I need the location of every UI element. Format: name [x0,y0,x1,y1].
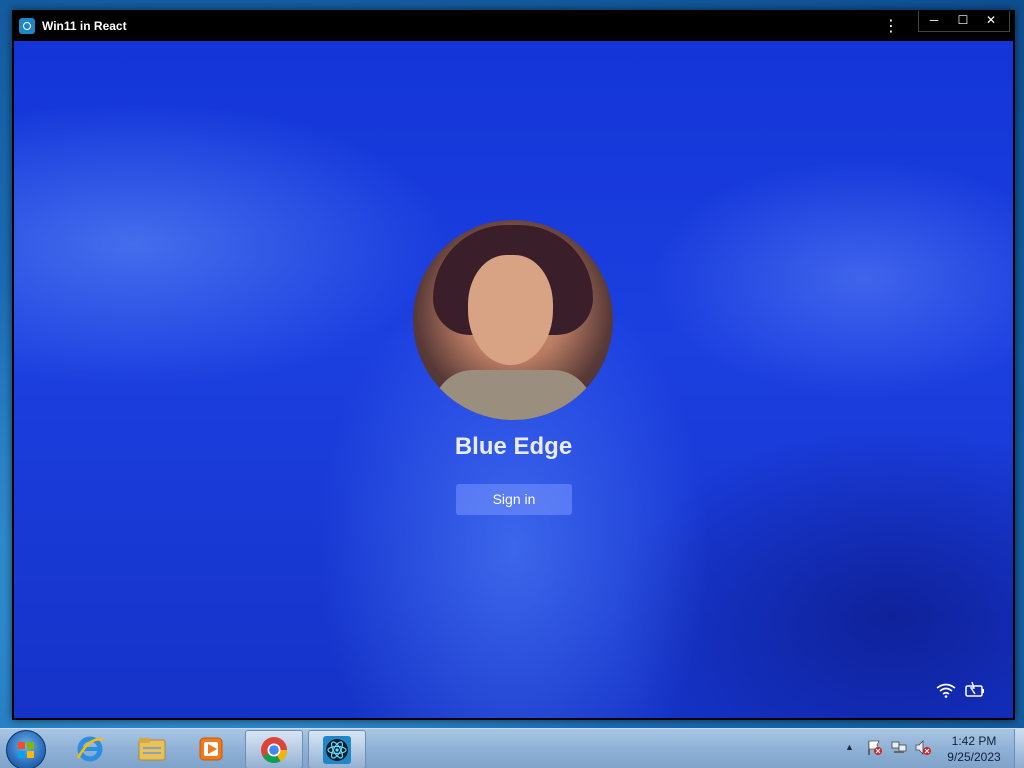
file-explorer-icon[interactable] [124,730,180,767]
app-icon [19,18,35,34]
windows-logo-icon [18,742,34,758]
chrome-logo-icon [261,737,288,764]
chrome-icon[interactable] [245,730,303,768]
kebab-menu-icon[interactable]: ⋮ [883,17,899,37]
close-button[interactable]: ✕ [973,11,1010,32]
wifi-icon[interactable] [936,682,956,698]
volume-muted-icon[interactable] [915,739,932,756]
app-window: Win11 in React ⋮ ─ ☐ ✕ Blue Edge Sign in [12,10,1015,720]
react-app-icon[interactable] [308,730,366,768]
avatar-face [468,255,553,365]
play-icon [199,737,223,761]
show-desktop-button[interactable] [1014,729,1024,768]
network-icon[interactable] [891,739,908,756]
window-title: Win11 in React [42,19,127,33]
avatar-body [433,370,593,420]
sign-in-button[interactable]: Sign in [456,484,572,515]
media-player-icon[interactable] [183,730,239,767]
clock-date[interactable]: 9/25/2023 [935,750,1013,764]
ie-glyph-icon [76,736,104,762]
lock-screen: Blue Edge Sign in [14,41,1013,718]
internet-explorer-icon[interactable] [62,730,118,767]
taskbar: ▲ 1:42 PM 9/25/2023 [0,728,1024,768]
user-avatar [413,220,613,420]
user-name: Blue Edge [454,433,573,460]
battery-icon[interactable] [965,681,985,697]
window-titlebar[interactable]: Win11 in React ⋮ ─ ☐ ✕ [13,11,1014,41]
react-logo-icon [323,736,351,764]
clock-time[interactable]: 1:42 PM [935,734,1013,748]
show-hidden-icons-button[interactable]: ▲ [845,742,854,752]
minimize-button[interactable]: ─ [918,11,949,32]
start-button[interactable] [6,730,46,768]
action-center-flag-icon[interactable] [866,739,883,756]
folder-icon [138,738,166,761]
